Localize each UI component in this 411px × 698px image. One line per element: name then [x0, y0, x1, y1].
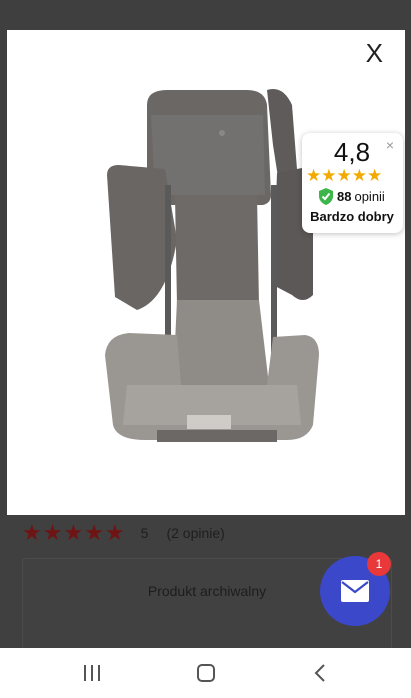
badge-stars: ★ ★ ★ ★ ★: [306, 167, 382, 184]
product-image: [105, 89, 319, 442]
notification-badge: 1: [367, 552, 391, 576]
badge-close-button[interactable]: ×: [386, 137, 394, 153]
recent-apps-button[interactable]: [72, 648, 112, 698]
star-icon: ★: [351, 166, 367, 185]
mail-icon: [341, 580, 369, 602]
shield-check-icon: [319, 188, 333, 205]
star-icon: ★: [42, 520, 63, 545]
image-lightbox: X 4,8 × ★ ★ ★ ★ ★ 88 opinii Bardzo dobry: [7, 30, 405, 515]
rating-badge[interactable]: 4,8 × ★ ★ ★ ★ ★ 88 opinii Bardzo dobry: [302, 133, 403, 233]
star-icon: ★: [63, 520, 84, 545]
android-navigation-bar: [0, 648, 411, 698]
rating-stars: ★ ★ ★ ★ ★: [22, 522, 125, 544]
product-rating: ★ ★ ★ ★ ★ 5 (2 opinie): [22, 522, 225, 544]
recent-apps-icon: [84, 665, 100, 681]
star-icon: ★: [336, 166, 352, 185]
opinions-label: opinii: [354, 189, 385, 204]
badge-rating-label: Bardzo dobry: [310, 209, 394, 224]
close-button[interactable]: X: [366, 40, 383, 66]
home-icon: [197, 664, 215, 682]
star-icon: ★: [367, 166, 383, 185]
star-icon: ★: [306, 166, 322, 185]
back-icon: [314, 664, 325, 682]
rating-value: 5: [140, 525, 149, 541]
star-icon: ★: [104, 520, 125, 545]
star-icon: ★: [84, 520, 104, 545]
rating-opinions-link[interactable]: (2 opinie): [166, 525, 224, 541]
back-button[interactable]: [300, 648, 340, 698]
opinions-count: 88: [337, 189, 352, 204]
star-icon: ★: [321, 166, 337, 185]
home-button[interactable]: [186, 648, 226, 698]
badge-opinions: 88 opinii: [319, 188, 385, 205]
star-icon: ★: [22, 520, 42, 545]
